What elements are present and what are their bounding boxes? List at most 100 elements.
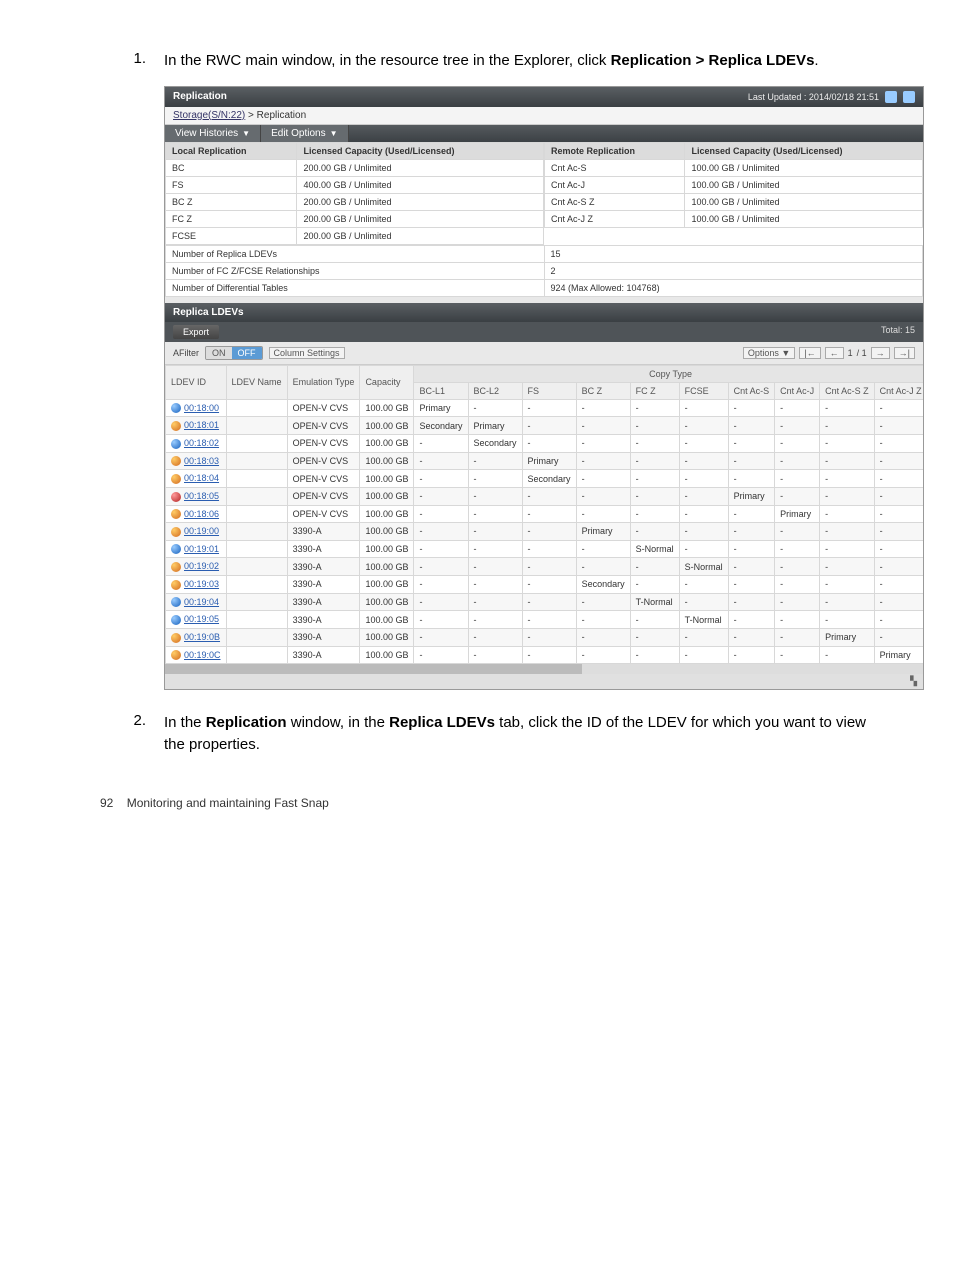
col-bc-l1[interactable]: BC-L1: [414, 382, 468, 399]
ldev-id-link[interactable]: 00:18:00: [184, 403, 219, 413]
help-icon[interactable]: [903, 91, 915, 103]
filter-on[interactable]: ON: [206, 347, 232, 359]
info-value: 100.00 GB / Unlimited: [685, 159, 923, 176]
ldev-id-link[interactable]: 00:18:05: [184, 491, 219, 501]
filter-label[interactable]: AFilter: [173, 348, 199, 358]
table-row: 00:18:01OPEN-V CVS100.00 GBSecondaryPrim…: [166, 417, 924, 435]
bcl2-cell: -: [468, 540, 522, 558]
info-label: FC Z: [166, 210, 297, 227]
options-button[interactable]: Options ▼: [743, 347, 795, 359]
step-text: In the Replication window, in the Replic…: [164, 712, 884, 756]
ldev-id-cell[interactable]: 00:19:04: [166, 593, 227, 611]
col-ldev-name[interactable]: LDEV Name: [226, 365, 287, 399]
cajz-cell: -: [874, 435, 923, 453]
bcl2-cell: -: [468, 523, 522, 541]
col-ldev-id[interactable]: LDEV ID: [166, 365, 227, 399]
export-button[interactable]: Export: [173, 325, 219, 339]
horizontal-scrollbar[interactable]: [165, 664, 923, 674]
col-fs[interactable]: FS: [522, 382, 576, 399]
ldev-id-link[interactable]: 00:18:01: [184, 420, 219, 430]
ldev-id-cell[interactable]: 00:18:03: [166, 452, 227, 470]
column-settings-button[interactable]: Column Settings: [269, 347, 345, 359]
ldev-id-cell[interactable]: 00:19:00: [166, 523, 227, 541]
capacity-cell: 100.00 GB: [360, 399, 414, 417]
fs-cell: -: [522, 487, 576, 505]
ldev-id-link[interactable]: 00:19:00: [184, 526, 219, 536]
cajz-cell: -: [874, 540, 923, 558]
status-orb-icon: [171, 509, 181, 519]
ldev-id-link[interactable]: 00:19:03: [184, 579, 219, 589]
fcse-cell: -: [679, 435, 728, 453]
ldev-id-link[interactable]: 00:18:03: [184, 456, 219, 466]
replica-ldevs-tab[interactable]: Replica LDEVs: [165, 303, 923, 322]
col-cnt-ac-s-z[interactable]: Cnt Ac-S Z: [820, 382, 875, 399]
ldev-id-link[interactable]: 00:19:0C: [184, 650, 221, 660]
col-cnt-ac-s[interactable]: Cnt Ac-S: [728, 382, 775, 399]
ldev-id-link[interactable]: 00:19:0B: [184, 632, 220, 642]
capacity-cell: 100.00 GB: [360, 628, 414, 646]
ldev-id-cell[interactable]: 00:18:04: [166, 470, 227, 488]
ldev-id-link[interactable]: 00:18:02: [184, 438, 219, 448]
col-cnt-ac-j[interactable]: Cnt Ac-J: [775, 382, 820, 399]
col-bc-l2[interactable]: BC-L2: [468, 382, 522, 399]
ldev-id-cell[interactable]: 00:18:05: [166, 487, 227, 505]
last-page-button[interactable]: →|: [894, 347, 915, 359]
filter-toggle[interactable]: ON OFF: [205, 346, 263, 360]
col-cnt-ac-j-z[interactable]: Cnt Ac-J Z: [874, 382, 923, 399]
ldev-id-link[interactable]: 00:18:04: [184, 473, 219, 483]
next-page-button[interactable]: →: [871, 347, 890, 359]
edit-options-button[interactable]: Edit Options▼: [261, 125, 348, 142]
ldev-id-link[interactable]: 00:19:02: [184, 561, 219, 571]
ldev-id-cell[interactable]: 00:19:05: [166, 611, 227, 629]
ldev-id-link[interactable]: 00:19:05: [184, 614, 219, 624]
caj-cell: -: [775, 417, 820, 435]
breadcrumb-root[interactable]: Storage(S/N:22): [173, 110, 245, 121]
col-capacity[interactable]: Capacity: [360, 365, 414, 399]
table-row: 00:18:04OPEN-V CVS100.00 GB--Secondary--…: [166, 470, 924, 488]
bcl1-cell: -: [414, 505, 468, 523]
ldev-id-cell[interactable]: 00:19:01: [166, 540, 227, 558]
refresh-icon[interactable]: [885, 91, 897, 103]
ldev-id-cell[interactable]: 00:19:03: [166, 576, 227, 594]
ldev-id-cell[interactable]: 00:18:01: [166, 417, 227, 435]
ldev-id-cell[interactable]: 00:18:06: [166, 505, 227, 523]
col-emulation[interactable]: Emulation Type: [287, 365, 360, 399]
bcl1-cell: -: [414, 611, 468, 629]
ldev-id-cell[interactable]: 00:18:02: [166, 435, 227, 453]
scrollbar-thumb[interactable]: [165, 664, 582, 674]
caj-cell: -: [775, 558, 820, 576]
casz-cell: -: [820, 611, 875, 629]
fcz-cell: -: [630, 611, 679, 629]
ldev-id-cell[interactable]: 00:19:0B: [166, 628, 227, 646]
filter-off[interactable]: OFF: [232, 347, 262, 359]
capacity-cell: 100.00 GB: [360, 611, 414, 629]
first-page-button[interactable]: |←: [799, 347, 820, 359]
casz-cell: -: [820, 399, 875, 417]
ldev-id-cell[interactable]: 00:18:00: [166, 399, 227, 417]
col-fcse[interactable]: FCSE: [679, 382, 728, 399]
resize-grip-icon[interactable]: ▚: [910, 676, 917, 687]
ldev-name-cell: [226, 593, 287, 611]
cajz-cell: -: [874, 576, 923, 594]
casz-cell: -: [820, 558, 875, 576]
col-fc-z[interactable]: FC Z: [630, 382, 679, 399]
ldev-id-link[interactable]: 00:18:06: [184, 509, 219, 519]
status-orb-icon: [171, 474, 181, 484]
bcl2-cell: Secondary: [468, 435, 522, 453]
ldev-name-cell: [226, 628, 287, 646]
view-histories-button[interactable]: View Histories▼: [165, 125, 261, 142]
cajz-cell: -: [874, 593, 923, 611]
prev-page-button[interactable]: ←: [825, 347, 844, 359]
ldev-id-link[interactable]: 00:19:01: [184, 544, 219, 554]
col-bc-z[interactable]: BC Z: [576, 382, 630, 399]
ldev-id-link[interactable]: 00:19:04: [184, 597, 219, 607]
ldev-id-cell[interactable]: 00:19:0C: [166, 646, 227, 664]
fcz-cell: -: [630, 399, 679, 417]
status-orb-icon: [171, 544, 181, 554]
info-wide-label: Number of FC Z/FCSE Relationships: [166, 262, 545, 279]
ldev-id-cell[interactable]: 00:19:02: [166, 558, 227, 576]
table-row: 00:19:053390-A100.00 GB-----T-Normal----: [166, 611, 924, 629]
caj-cell: -: [775, 576, 820, 594]
bcl1-cell: -: [414, 470, 468, 488]
info-label: Cnt Ac-J Z: [545, 210, 685, 227]
